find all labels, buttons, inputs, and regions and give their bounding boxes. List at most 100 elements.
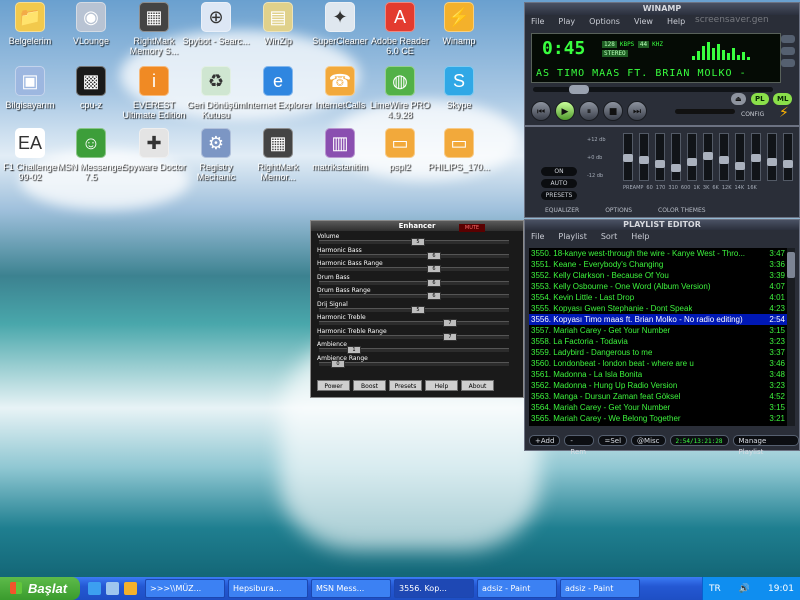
winamp-menu-play[interactable]: Play <box>558 17 575 26</box>
desktop-icon-item[interactable]: EA F1 Challenge 99-02 <box>0 128 64 182</box>
eq-band-slider[interactable] <box>623 133 633 181</box>
eq-band-slider[interactable] <box>687 133 697 181</box>
desktop-icon-item[interactable]: S Skype <box>425 66 493 110</box>
remove-button[interactable]: -Rem <box>564 435 595 456</box>
enhancer-slider-thumb[interactable]: 5 <box>411 238 425 246</box>
tray-icon[interactable]: 🔊 <box>739 584 750 594</box>
start-button[interactable]: Başlat <box>0 577 80 600</box>
playlist-row[interactable]: 3560. Londonbeat - london beat - where a… <box>529 358 787 369</box>
enhancer-slider-thumb[interactable]: 5 <box>411 305 425 314</box>
desktop-icon-item[interactable]: i EVEREST Ultimate Edition <box>120 66 188 120</box>
playlist-row[interactable]: 3563. Manga - Dursun Zaman feat Göksel 4:… <box>529 391 787 402</box>
enhancer-slider-thumb[interactable]: 7 <box>443 319 457 327</box>
winamp-menu-file[interactable]: File <box>531 17 544 26</box>
playlist-row[interactable]: 3553. Kelly Osbourne - One Word (Album V… <box>529 281 787 292</box>
enhancer-slider-track[interactable] <box>319 321 509 325</box>
enhancer-slider-thumb[interactable]: 6 <box>427 265 441 273</box>
playlist-row[interactable]: 3565. Mariah Carey - We Belong Together 3… <box>529 413 787 424</box>
playlist-row[interactable]: 3550. 18-kanye west-through the wire - K… <box>529 248 787 259</box>
playlist-row[interactable]: 3558. La Factoria - Todavia 3:23 <box>529 336 787 347</box>
eq-tab[interactable]: COLOR THEMES <box>658 207 706 214</box>
play-button[interactable]: ▶ <box>555 101 575 121</box>
desktop-icon-item[interactable]: ✦ SuperCleaner <box>306 2 374 46</box>
enhancer-slider-thumb[interactable]: 0 <box>331 359 345 368</box>
language-indicator[interactable]: TR <box>709 584 721 594</box>
winamp-menu-view[interactable]: View <box>634 17 653 26</box>
enhancer-slider-track[interactable] <box>319 294 509 298</box>
playlist-scrollbar[interactable] <box>787 248 795 426</box>
enhancer-title[interactable]: Enhancer <box>311 221 523 231</box>
eq-band-slider[interactable] <box>655 133 665 181</box>
desktop-icon-item[interactable]: ☎ InternetCalls <box>306 66 374 110</box>
enhancer-slider-thumb[interactable]: 6 <box>427 251 441 260</box>
toggle-button[interactable] <box>781 35 795 43</box>
playlist-row[interactable]: 3551. Keane - Everybody's Changing 3:36 <box>529 259 787 270</box>
eq-band-slider[interactable] <box>735 133 745 181</box>
eq-slider-thumb[interactable] <box>767 158 777 166</box>
enhancer-slider-track[interactable] <box>319 334 509 339</box>
eq-slider-thumb[interactable] <box>623 154 633 162</box>
enhancer-slider-thumb[interactable]: 7 <box>443 332 457 341</box>
playlist-row[interactable]: 3564. Mariah Carey - Get Your Number 3:15 <box>529 402 787 413</box>
eq-band-slider[interactable] <box>783 133 793 181</box>
eq-slider-thumb[interactable] <box>719 156 729 164</box>
playlist-row[interactable]: 3552. Kelly Clarkson - Because Of You 3:3… <box>529 270 787 281</box>
volume-slider[interactable] <box>675 109 735 114</box>
scroll-thumb[interactable] <box>787 252 795 278</box>
eq-tab[interactable]: EQUALIZER <box>545 207 579 214</box>
enhancer-slider-thumb[interactable]: 6 <box>427 292 441 300</box>
taskbar-button[interactable]: 3556. Kop... <box>394 579 474 598</box>
desktop-icon-item[interactable]: 📁 Belgelerim <box>0 2 64 46</box>
taskbar-button[interactable]: >>>\\MÜZ... <box>145 579 225 598</box>
eq-slider-thumb[interactable] <box>783 160 793 168</box>
playlist-row[interactable]: 3555. Kopyası Gwen Stephanie - Dont Spea… <box>529 303 787 314</box>
enhancer-slider-track[interactable] <box>319 253 509 258</box>
enhancer-help-button[interactable]: Help <box>425 380 458 391</box>
winamp-titlebar[interactable]: WINAMP <box>525 3 799 15</box>
toggle-button[interactable] <box>781 59 795 67</box>
play-time[interactable]: 0:45 <box>542 38 585 59</box>
seek-thumb[interactable] <box>569 85 589 94</box>
playlist-row[interactable]: 3556. Kopyası Timo maas ft. Brian Molko … <box>529 314 787 325</box>
enhancer-power-button[interactable]: Power <box>317 380 350 391</box>
spectrum-visualizer[interactable] <box>692 40 752 60</box>
desktop-icon[interactable] <box>106 582 119 595</box>
eq-slider-thumb[interactable] <box>655 160 665 168</box>
playlist-row[interactable]: 3557. Mariah Carey - Get Your Number 3:15 <box>529 325 787 336</box>
playlist-row[interactable]: 3554. Kevin Little - Last Drop 4:01 <box>529 292 787 303</box>
desktop-icon-item[interactable]: ▦ RightMark Memor... <box>244 128 312 182</box>
enhancer-about-button[interactable]: About <box>461 380 494 391</box>
desktop-icon-item[interactable]: ▭ pspl2 <box>366 128 434 172</box>
enhancer-mute-button[interactable]: MUTE <box>459 224 485 232</box>
desktop-icon-item[interactable]: ⊕ Spybot - Searc... <box>182 2 250 46</box>
playlist-row[interactable]: 3561. Madonna - La Isla Bonita 3:48 <box>529 369 787 380</box>
playlist-row[interactable]: 3559. Ladybird - Dangerous to me 3:37 <box>529 347 787 358</box>
enhancer-presets-button[interactable]: Presets <box>389 380 422 391</box>
desktop-icon-item[interactable]: ▤ WinZip <box>244 2 312 46</box>
winamp-menu-help[interactable]: Help <box>667 17 685 26</box>
clock[interactable]: 19:01 <box>768 584 794 594</box>
desktop-icon-item[interactable]: ✚ Spyware Doctor <box>120 128 188 172</box>
eq-band-slider[interactable] <box>767 133 777 181</box>
eq-band-slider[interactable] <box>751 133 761 181</box>
desktop-icon-item[interactable]: ⚙ Registry Mechanic <box>182 128 250 182</box>
select-button[interactable]: =Sel <box>598 435 628 446</box>
desktop-icon-item[interactable]: ▥ matrikstanitim <box>306 128 374 172</box>
eq-presets-button[interactable]: PRESETS <box>541 191 577 200</box>
eq-band-slider[interactable] <box>639 133 649 181</box>
desktop-icon-item[interactable]: ☺ MSN Messenger 7.5 <box>57 128 125 182</box>
config-button[interactable]: CONFIG <box>741 111 764 118</box>
playlist-menu-sort[interactable]: Sort <box>601 232 617 241</box>
toggle-button[interactable] <box>781 47 795 55</box>
playlist-menu-file[interactable]: File <box>531 232 544 241</box>
eq-slider-thumb[interactable] <box>703 152 713 160</box>
desktop-icon-item[interactable]: ▦ RightMark Memory S... <box>120 2 188 56</box>
eq-slider-thumb[interactable] <box>671 164 681 172</box>
pause-button[interactable]: ⏸ <box>579 101 599 121</box>
playlist-toggle-button[interactable]: PL <box>751 93 769 105</box>
desktop-icon-item[interactable]: ◍ LimeWire PRO 4.9.28 <box>366 66 434 120</box>
playlist-menu-playlist[interactable]: Playlist <box>558 232 586 241</box>
taskbar-button[interactable]: Hepsibura... <box>228 579 308 598</box>
eq-slider-thumb[interactable] <box>735 162 745 170</box>
eq-slider-thumb[interactable] <box>687 158 697 166</box>
